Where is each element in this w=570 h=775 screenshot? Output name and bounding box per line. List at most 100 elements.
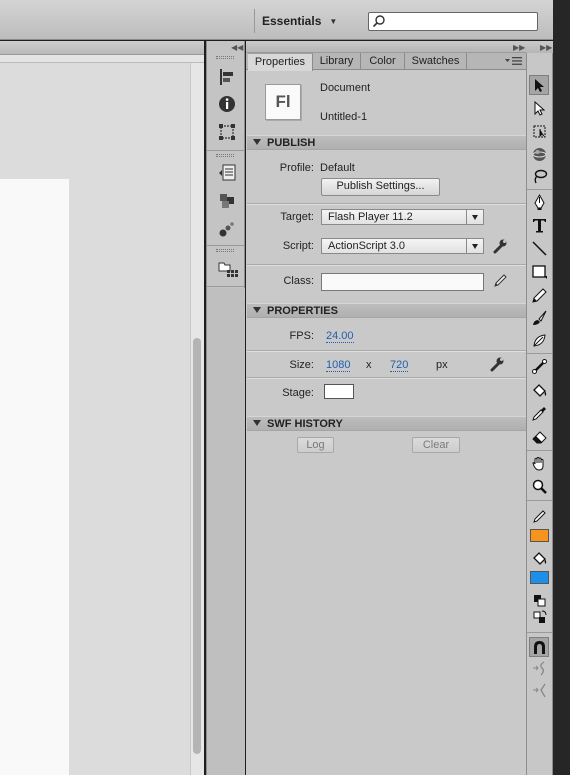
arrow-cursor-icon [534,78,544,92]
tools-separator [527,450,552,451]
document-tab-bar [0,41,204,55]
text-tool[interactable] [529,215,549,235]
pencil-edit-icon[interactable] [492,273,508,289]
free-transform-tool[interactable] [529,121,549,141]
motion-presets-icon[interactable] [218,220,236,238]
dock-separator [207,245,245,246]
eraser-tool[interactable] [529,426,549,446]
script-select[interactable]: ActionScript 3.0 [321,238,484,254]
wrench-icon[interactable] [489,356,505,372]
smooth-tool[interactable] [529,658,549,678]
flash-app-window: Essentials ▼ ◀◀ ▶▶ ▶▶ Properties Library… [0,0,570,775]
collapse-left-icon[interactable]: ◀◀ [231,43,243,52]
code-snippets-icon[interactable] [218,164,236,182]
selection-tool[interactable] [529,75,549,95]
swf-history-section-header[interactable]: SWF HISTORY [247,416,526,431]
publish-settings-button[interactable]: Publish Settings... [321,178,440,196]
dock-grip[interactable] [216,154,234,157]
transform-icon[interactable] [218,123,236,141]
bone-icon [531,358,547,374]
bone-tool[interactable] [529,356,549,376]
script-select-value: ActionScript 3.0 [328,240,406,252]
fps-value[interactable]: 24.00 [326,330,354,343]
lasso-icon [534,169,547,183]
scrollbar-thumb[interactable] [193,338,201,754]
class-input[interactable] [321,273,484,291]
properties-section-header[interactable]: PROPERTIES [247,303,526,318]
fill-color-tool[interactable] [529,548,549,568]
deco-tool[interactable] [529,330,549,350]
tab-library[interactable]: Library [313,53,361,70]
paint-bucket-tool[interactable] [529,380,549,400]
straighten-tool[interactable] [529,680,549,700]
log-button[interactable]: Log [297,437,334,453]
stroke-color-swatch[interactable] [530,529,549,542]
window-edge [553,0,570,775]
swap-colors-button[interactable] [529,607,549,627]
profile-value: Default [320,162,355,174]
paint-bucket-icon [532,383,546,397]
pen-tool[interactable] [529,192,549,212]
wrench-icon[interactable] [492,238,508,254]
chevron-down-icon: ▼ [329,16,338,26]
components-icon[interactable] [218,192,236,210]
deco-leaf-icon [532,333,546,347]
hand-tool[interactable] [529,453,549,473]
zoom-tool[interactable] [529,476,549,496]
stroke-color-tool[interactable] [529,506,549,526]
eyedropper-tool[interactable] [529,403,549,423]
dropdown-arrow-icon [466,210,483,224]
workspace-switcher[interactable]: Essentials ▼ [262,11,337,31]
snap-to-objects-tool[interactable] [529,637,549,657]
tab-properties[interactable]: Properties [248,53,313,71]
info-icon[interactable] [218,95,236,113]
dock-empty-area [207,288,245,775]
tab-swatches[interactable]: Swatches [405,53,467,70]
3d-rotation-tool[interactable] [529,144,549,164]
publish-section-header[interactable]: PUBLISH [247,135,526,150]
eyedropper-icon [531,406,546,421]
size-separator: x [366,359,372,371]
subselection-tool[interactable] [529,98,549,118]
panel-menu-icon[interactable] [505,56,523,66]
dock-grip[interactable] [216,249,234,252]
stage-width-value[interactable]: 1080 [326,359,351,372]
document-name: Untitled-1 [320,111,368,123]
rectangle-tool[interactable] [529,261,549,281]
rectangle-icon [531,264,547,279]
fill-color-swatch[interactable] [530,571,549,584]
help-search-input[interactable] [368,12,538,31]
stage-color-swatch[interactable] [324,384,354,399]
size-label: Size: [289,359,314,371]
brush-tool[interactable] [529,308,549,328]
divider [247,377,526,378]
fill-bucket-icon [532,551,546,565]
stage-canvas[interactable] [0,179,69,775]
publish-section-title: PUBLISH [267,137,316,149]
pencil-tool[interactable] [529,285,549,305]
expand-tools-icon[interactable]: ▶▶ [540,43,552,52]
globe-icon [532,147,546,161]
line-tool[interactable] [529,238,549,258]
project-icon[interactable] [218,260,238,278]
expand-right-icon[interactable]: ▶▶ [513,43,525,52]
align-icon[interactable] [218,68,236,86]
target-select-value: Flash Player 11.2 [328,211,413,223]
swap-colors-icon [533,610,546,623]
disclosure-triangle-icon [253,139,261,145]
transform-box-icon [533,125,545,137]
text-t-icon [532,218,546,232]
magnet-icon [533,640,545,654]
workspace-divider [254,9,255,33]
document-type-label: Document [320,82,371,94]
target-select[interactable]: Flash Player 11.2 [321,209,484,225]
stage-height-value[interactable]: 720 [390,359,409,372]
clear-button[interactable]: Clear [412,437,460,453]
dock-grip[interactable] [216,56,234,59]
tools-separator [527,189,552,190]
lasso-tool[interactable] [529,166,549,186]
dock-separator [207,286,245,287]
dropdown-arrow-icon [466,239,483,253]
timeline-strip [0,55,204,63]
tab-color[interactable]: Color [361,53,405,70]
